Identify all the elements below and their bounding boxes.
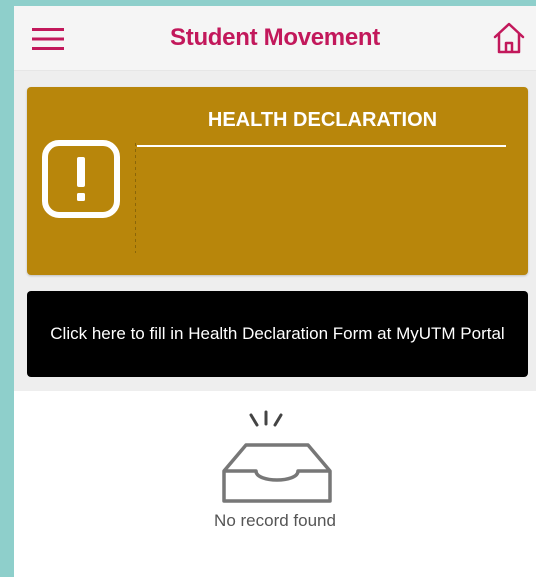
health-declaration-card: HEALTH DECLARATION xyxy=(27,87,528,275)
sparkle-rays-icon xyxy=(249,410,283,427)
health-declaration-title: HEALTH DECLARATION xyxy=(207,109,438,131)
home-button[interactable] xyxy=(492,20,526,56)
title-underline xyxy=(137,145,506,147)
empty-state: No record found xyxy=(14,391,536,577)
health-declaration-form-button[interactable]: Click here to fill in Health Declaration… xyxy=(27,291,528,377)
empty-message: No record found xyxy=(214,511,336,530)
exclamation-alert-icon xyxy=(41,139,121,219)
app-bar: Student Movement xyxy=(14,6,536,71)
empty-inbox-icon xyxy=(222,443,332,503)
app-screen: Student Movement HEALTH DECLARATION Clic… xyxy=(14,6,536,577)
content-area: HEALTH DECLARATION Click here to fill in… xyxy=(14,71,536,391)
card-divider xyxy=(135,143,136,253)
page-title: Student Movement xyxy=(170,24,380,51)
home-icon xyxy=(493,22,525,54)
